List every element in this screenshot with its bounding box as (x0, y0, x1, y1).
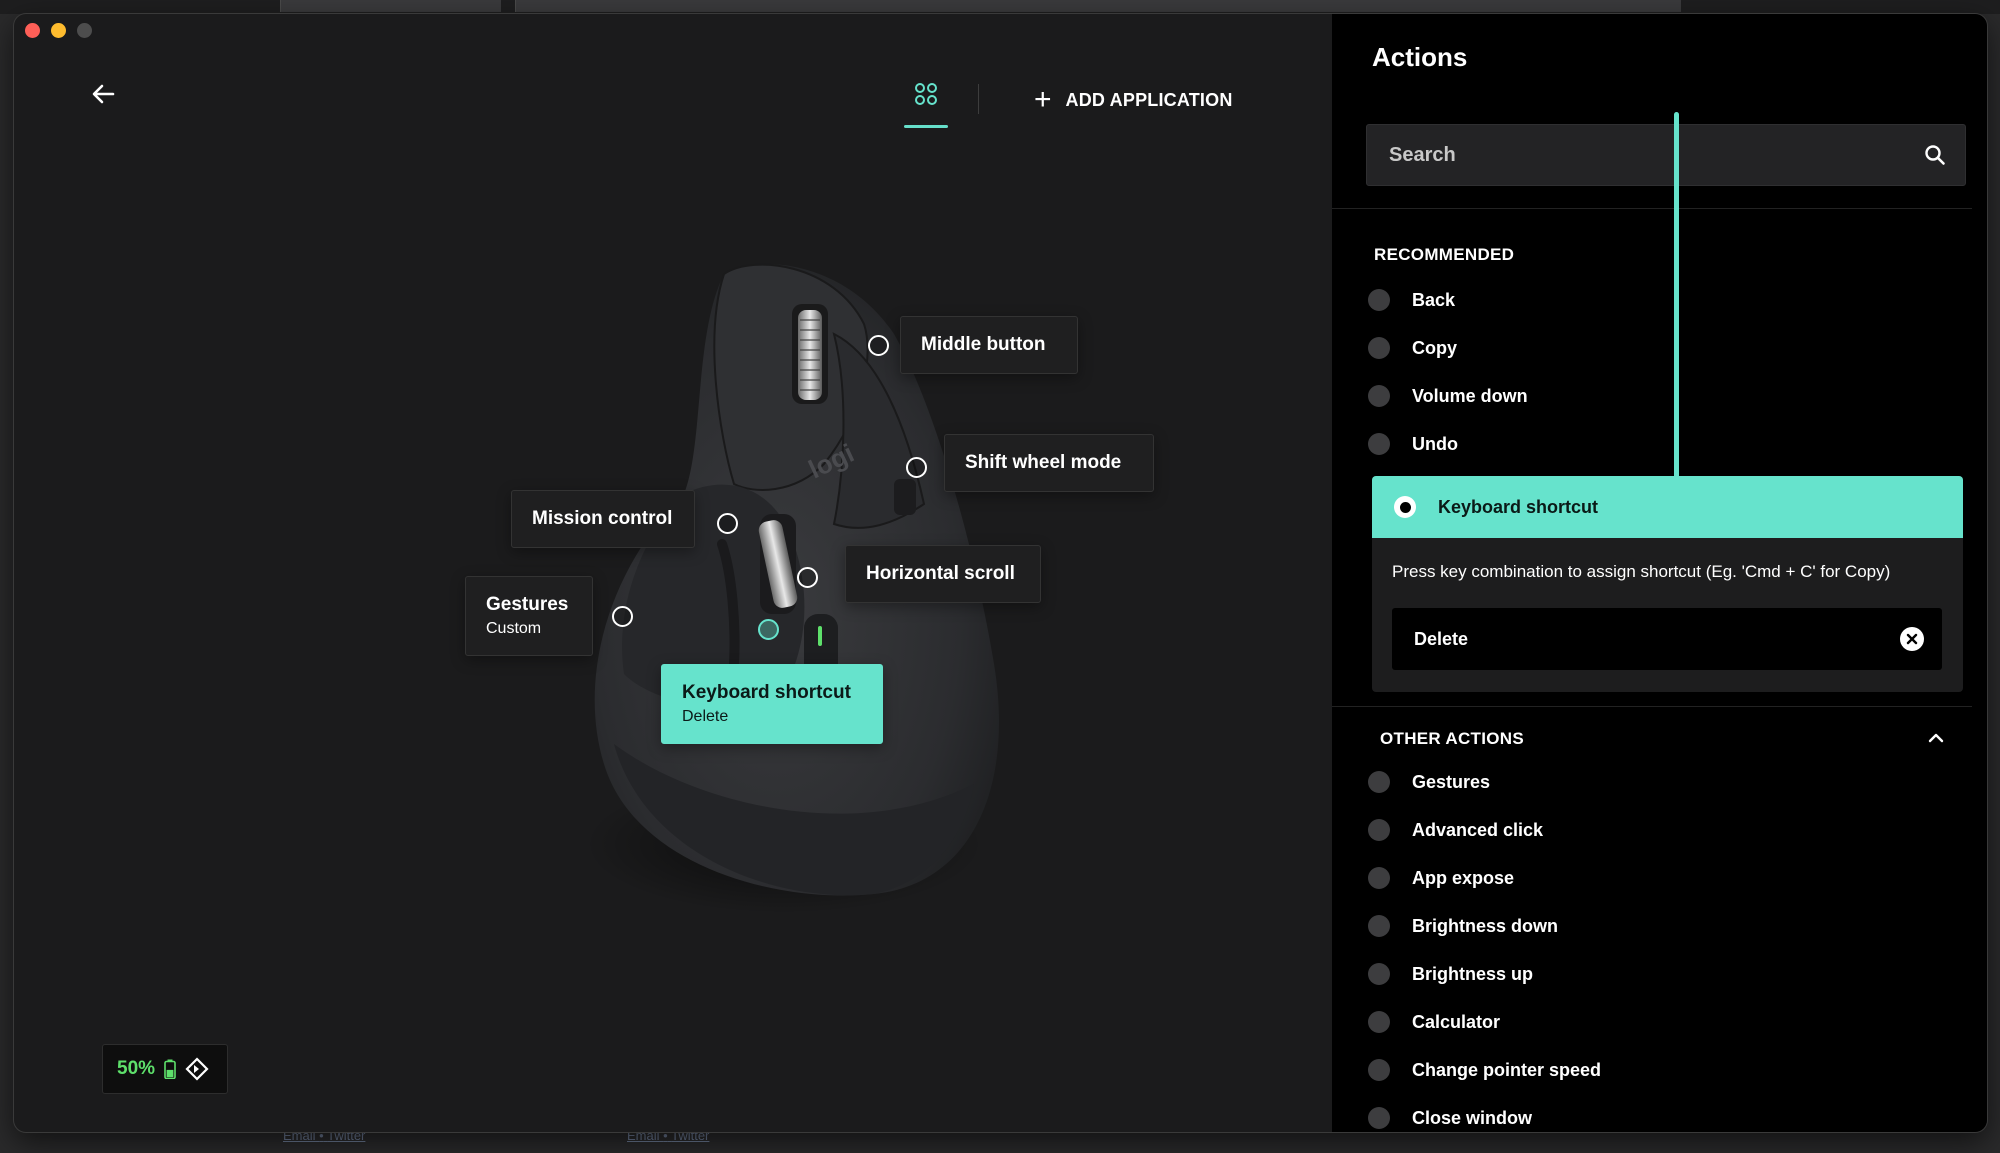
radio-button[interactable] (1368, 385, 1390, 407)
callout-title: Keyboard shortcut (682, 682, 851, 703)
radio-button[interactable] (1368, 963, 1390, 985)
battery-percent: 50% (117, 1058, 156, 1079)
close-icon (1906, 633, 1918, 645)
minimize-window-button[interactable] (51, 23, 66, 38)
radio-button[interactable] (1368, 433, 1390, 455)
radio-button[interactable] (1368, 1059, 1390, 1081)
shortcut-field[interactable] (1392, 608, 1942, 670)
background-tab (515, 0, 1681, 12)
action-label: Brightness up (1412, 963, 1534, 984)
app-window: + ADD APPLICATION logi Middle button Shi… (14, 14, 1987, 1132)
toolbar-divider (978, 84, 979, 114)
recommended-header: RECOMMENDED (1374, 245, 1515, 264)
action-item-undo[interactable]: Undo (1368, 424, 1458, 464)
gestures-callout[interactable]: Gestures Custom (465, 576, 593, 656)
action-label: Advanced click (1412, 819, 1544, 840)
radio-button-selected[interactable] (1394, 496, 1416, 518)
actions-panel: Actions RECOMMENDED Back Copy Volume dow… (1332, 14, 1987, 1132)
battery-icon (164, 1059, 176, 1079)
shortcut-input[interactable] (1412, 627, 1900, 651)
radio-button[interactable] (1368, 819, 1390, 841)
active-tab-indicator (904, 125, 948, 128)
clear-shortcut-button[interactable] (1900, 627, 1924, 651)
shift-wheel-mode-hotspot[interactable] (906, 457, 927, 478)
radio-button[interactable] (1368, 1011, 1390, 1033)
action-label: Change pointer speed (1412, 1059, 1602, 1080)
action-item-brightness-up[interactable]: Brightness up (1368, 954, 1533, 994)
callout-subtitle: Delete (682, 708, 729, 725)
arrow-left-icon (92, 84, 115, 104)
action-item-volume-down[interactable]: Volume down (1368, 376, 1528, 416)
action-label: Back (1412, 289, 1456, 310)
action-item-app-expose[interactable]: App expose (1368, 858, 1514, 898)
background-tab (280, 0, 501, 12)
callout-title: Horizontal scroll (866, 563, 1015, 584)
action-item-keyboard-shortcut[interactable]: Keyboard shortcut (1372, 476, 1963, 538)
search-icon[interactable] (1923, 143, 1947, 167)
other-actions-header: OTHER ACTIONS (1380, 729, 1524, 748)
radio-button[interactable] (1368, 289, 1390, 311)
action-label: Brightness down (1412, 915, 1559, 936)
action-label: Volume down (1412, 385, 1528, 406)
grid-icon (915, 83, 937, 105)
action-label: Copy (1412, 337, 1457, 358)
battery-status: 50% (102, 1044, 228, 1094)
action-item-change-pointer-speed[interactable]: Change pointer speed (1368, 1050, 1601, 1090)
action-item-back[interactable]: Back (1368, 280, 1455, 320)
action-label: App expose (1412, 867, 1515, 888)
horizontal-scroll-hotspot[interactable] (797, 567, 818, 588)
zoom-window-button[interactable] (77, 23, 92, 38)
callout-title: Mission control (532, 508, 673, 529)
divider (1332, 706, 1972, 707)
middle-button-hotspot[interactable] (868, 335, 889, 356)
keyboard-shortcut-hotspot[interactable] (758, 619, 779, 640)
radio-button[interactable] (1368, 867, 1390, 889)
action-label: Gestures (1412, 771, 1491, 792)
plus-icon: + (1034, 83, 1052, 116)
all-applications-tab[interactable] (902, 70, 950, 128)
gestures-hotspot[interactable] (612, 606, 633, 627)
divider (1332, 208, 1972, 209)
radio-button[interactable] (1368, 1107, 1390, 1129)
action-label: Keyboard shortcut (1438, 496, 1599, 517)
radio-button[interactable] (1368, 915, 1390, 937)
radio-button[interactable] (1368, 771, 1390, 793)
action-item-calculator[interactable]: Calculator (1368, 1002, 1500, 1042)
keyboard-shortcut-callout[interactable]: Keyboard shortcut Delete (661, 664, 883, 744)
horizontal-scroll-callout[interactable]: Horizontal scroll (845, 545, 1041, 603)
action-label: Undo (1412, 433, 1458, 454)
mission-control-hotspot[interactable] (717, 513, 738, 534)
radio-button[interactable] (1368, 337, 1390, 359)
action-label: Close window (1412, 1107, 1533, 1128)
close-window-button[interactable] (25, 23, 40, 38)
middle-button-callout[interactable]: Middle button (900, 316, 1078, 374)
callout-title: Gestures (486, 594, 569, 615)
selected-action-block: Keyboard shortcut Press key combination … (1372, 476, 1963, 692)
add-application-button[interactable]: + ADD APPLICATION (1034, 82, 1233, 118)
panel-title: Actions (1372, 42, 1468, 72)
action-item-close-window[interactable]: Close window (1368, 1098, 1532, 1132)
search-box[interactable] (1366, 124, 1966, 186)
shift-wheel-mode-callout[interactable]: Shift wheel mode (944, 434, 1154, 492)
shortcut-hint: Press key combination to assign shortcut… (1392, 562, 1891, 581)
mission-control-callout[interactable]: Mission control (511, 490, 695, 548)
action-item-gestures[interactable]: Gestures (1368, 762, 1490, 802)
action-item-copy[interactable]: Copy (1368, 328, 1457, 368)
callout-subtitle: Custom (486, 620, 542, 637)
callout-title: Middle button (921, 334, 1046, 355)
action-label: Calculator (1412, 1011, 1501, 1032)
search-input[interactable] (1387, 142, 1923, 168)
chevron-up-icon (1928, 733, 1944, 743)
back-button[interactable] (84, 74, 124, 114)
add-application-label: ADD APPLICATION (1065, 89, 1233, 110)
logi-flow-icon (185, 1057, 209, 1081)
callout-title: Shift wheel mode (965, 452, 1122, 473)
action-item-brightness-down[interactable]: Brightness down (1368, 906, 1558, 946)
collapse-section-button[interactable] (1922, 724, 1950, 752)
action-item-advanced-click[interactable]: Advanced click (1368, 810, 1543, 850)
panel-scrollbar-thumb[interactable] (1674, 112, 1679, 532)
